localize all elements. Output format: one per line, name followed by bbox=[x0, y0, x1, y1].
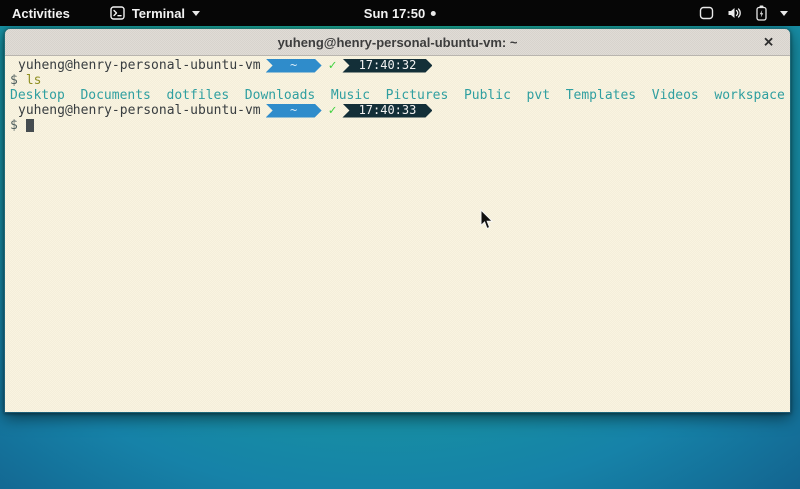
prompt-dollar: $ bbox=[10, 118, 18, 133]
status-check-icon: ✓ bbox=[329, 103, 337, 118]
terminal-app-icon bbox=[110, 6, 125, 20]
prompt-time-segment: 17:40:33 bbox=[342, 104, 432, 118]
clock-button[interactable]: Sun 17:50 bbox=[356, 0, 444, 26]
text-cursor bbox=[26, 119, 34, 132]
ls-output: Desktop Documents dotfiles Downloads Mus… bbox=[10, 88, 786, 103]
terminal-window: yuheng@henry-personal-ubuntu-vm: ~ ✕ yuh… bbox=[4, 28, 791, 413]
screen-icon bbox=[699, 6, 714, 20]
command-text: ls bbox=[26, 73, 42, 88]
chevron-down-icon bbox=[780, 11, 788, 16]
close-button[interactable]: ✕ bbox=[763, 36, 774, 49]
command-line: $ ls bbox=[10, 73, 786, 88]
prompt-user: yuheng@henry-personal-ubuntu-vm bbox=[10, 103, 261, 118]
window-title: yuheng@henry-personal-ubuntu-vm: ~ bbox=[278, 35, 518, 50]
prompt-path-segment: ~ bbox=[266, 104, 322, 118]
prompt-line: yuheng@henry-personal-ubuntu-vm ~ ✓ 17:4… bbox=[10, 58, 786, 73]
system-menu-button[interactable] bbox=[691, 0, 796, 26]
notification-dot bbox=[431, 11, 436, 16]
top-bar: Activities Terminal Sun 17:50 bbox=[0, 0, 800, 26]
terminal-content[interactable]: yuheng@henry-personal-ubuntu-vm ~ ✓ 17:4… bbox=[5, 56, 790, 413]
prompt-user: yuheng@henry-personal-ubuntu-vm bbox=[10, 58, 261, 73]
prompt-dollar: $ bbox=[10, 73, 18, 88]
app-menu-button[interactable]: Terminal bbox=[104, 0, 206, 26]
activities-button[interactable]: Activities bbox=[6, 0, 76, 26]
window-titlebar[interactable]: yuheng@henry-personal-ubuntu-vm: ~ ✕ bbox=[5, 29, 790, 56]
prompt-time-segment: 17:40:32 bbox=[342, 59, 432, 73]
battery-charging-icon bbox=[756, 5, 767, 21]
desktop-background: Activities Terminal Sun 17:50 bbox=[0, 0, 800, 489]
status-check-icon: ✓ bbox=[329, 58, 337, 73]
input-line: $ bbox=[10, 118, 786, 133]
volume-icon bbox=[727, 6, 743, 20]
app-menu-label: Terminal bbox=[132, 6, 185, 21]
prompt-line: yuheng@henry-personal-ubuntu-vm ~ ✓ 17:4… bbox=[10, 103, 786, 118]
chevron-down-icon bbox=[192, 11, 200, 16]
clock-label: Sun 17:50 bbox=[364, 6, 425, 21]
prompt-path-segment: ~ bbox=[266, 59, 322, 73]
